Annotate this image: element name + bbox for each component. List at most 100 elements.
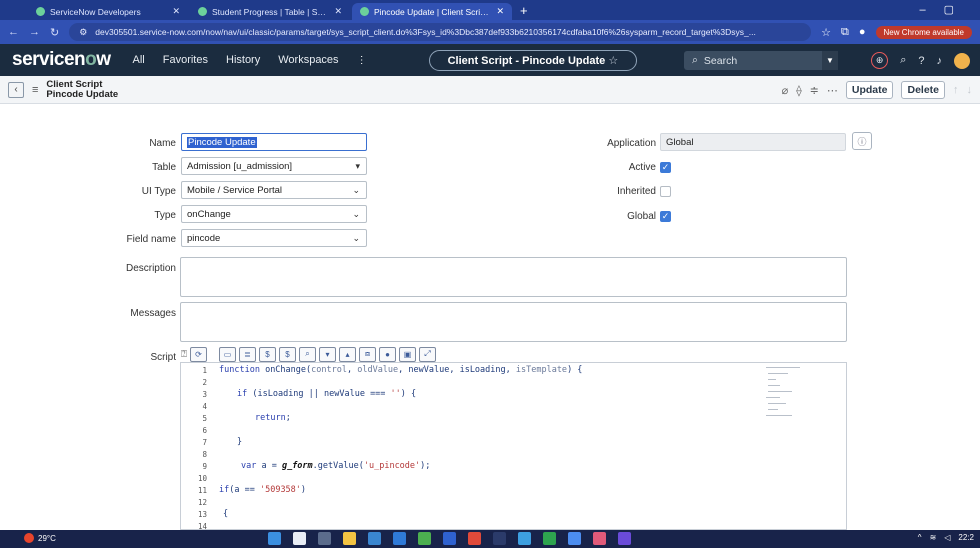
comment-icon[interactable]: ▭ — [219, 346, 236, 362]
global-checkbox[interactable]: ✓ — [660, 211, 671, 222]
field-name-label: Field name — [126, 234, 176, 245]
code-minimap[interactable] — [766, 365, 806, 425]
insert-script-icon[interactable]: $ — [259, 346, 276, 362]
help-icon[interactable]: ⍰ — [181, 349, 187, 360]
chat-icon[interactable]: ⌕ — [900, 54, 906, 67]
chevron-down-icon: ⌄ — [352, 233, 360, 243]
description-textarea[interactable] — [180, 257, 847, 297]
form-header-actions: ⌀ ⟠ ≑ ⋯ Update Delete ↑ ↓ — [782, 81, 972, 99]
search-icon[interactable] — [293, 532, 306, 545]
servicenow-logo[interactable]: servicenow — [12, 49, 111, 71]
back-button[interactable]: ‹ — [8, 81, 24, 98]
nav-all[interactable]: All — [133, 54, 145, 66]
attachment-icon[interactable]: ⌀ — [782, 84, 789, 97]
inherited-checkbox[interactable] — [660, 186, 671, 197]
wifi-icon[interactable]: ≋ — [930, 533, 937, 542]
close-tab-icon[interactable]: ✕ — [172, 6, 180, 17]
globe-icon[interactable]: ⊕ — [871, 52, 889, 69]
extensions-icon[interactable]: ⧉ — [841, 26, 849, 39]
form-menu-icon[interactable]: ≡ — [32, 84, 38, 96]
activity-icon[interactable]: ⟠ — [796, 84, 801, 97]
line-number: 14 — [197, 522, 207, 530]
nav-history[interactable]: History — [226, 54, 260, 66]
edge-icon[interactable] — [393, 532, 406, 545]
avatar[interactable] — [954, 52, 970, 69]
delete-button[interactable]: Delete — [901, 81, 945, 99]
nav-favorites[interactable]: Favorites — [163, 54, 208, 66]
script-include-icon[interactable]: $ — [279, 346, 296, 362]
window-controls[interactable]: –▢ — [919, 3, 972, 16]
active-checkbox[interactable]: ✓ — [660, 162, 671, 173]
close-tab-icon[interactable]: ✕ — [496, 6, 504, 17]
find-next-icon[interactable]: ▾ — [319, 346, 336, 362]
debug-icon[interactable]: ● — [379, 346, 396, 362]
chevron-up-icon[interactable]: ^ — [918, 533, 922, 542]
field-name-select[interactable]: pincode ⌄ — [181, 229, 367, 247]
context-title-pill[interactable]: Client Script - Pincode Update ☆ — [428, 49, 638, 71]
chrome-icon[interactable] — [418, 532, 431, 545]
app-icon[interactable] — [593, 532, 606, 545]
line-number: 10 — [197, 474, 207, 483]
start-icon[interactable] — [268, 532, 281, 545]
bookmark-star-icon[interactable]: ☆ — [821, 26, 831, 39]
close-tab-icon[interactable]: ✕ — [334, 6, 342, 17]
app-icon[interactable] — [518, 532, 531, 545]
favorite-star-icon[interactable]: ☆ — [608, 55, 618, 67]
table-select[interactable]: Admission [u_admission] ▾ — [181, 157, 367, 175]
browser-tab-2[interactable]: Pincode Update | Client Script | ✕ — [352, 3, 512, 20]
store-icon[interactable] — [368, 532, 381, 545]
line-number: 7 — [202, 438, 207, 447]
app-icon[interactable] — [568, 532, 581, 545]
more-options-icon[interactable]: ⋯ — [827, 84, 838, 97]
reload-icon[interactable]: ↻ — [50, 26, 59, 39]
site-settings-icon[interactable]: ⚙ — [79, 27, 87, 38]
script-editor[interactable]: 1 2 3 4 5 6 7 8 9 10 11 12 13 14 function onChange(co… — [180, 362, 847, 530]
forward-arrow-icon[interactable]: → — [29, 26, 40, 38]
nav-workspaces[interactable]: Workspaces — [278, 54, 338, 66]
name-input[interactable]: Pincode Update — [181, 133, 367, 151]
global-search-input[interactable]: ⌕ Search — [684, 51, 836, 70]
app-icon[interactable] — [543, 532, 556, 545]
update-button[interactable]: Update — [845, 81, 894, 99]
more-menu-icon[interactable]: ⋮ — [357, 55, 367, 66]
back-arrow-icon[interactable]: ← — [8, 26, 19, 38]
chevron-down-icon: ⌄ — [352, 209, 360, 219]
file-explorer-icon[interactable] — [343, 532, 356, 545]
info-icon[interactable]: ⓘ — [852, 132, 872, 150]
next-record-icon[interactable]: ↓ — [967, 84, 973, 96]
notification-bell-icon[interactable]: ♪ — [937, 55, 943, 67]
browser-tab-0[interactable]: ServiceNow Developers ✕ — [28, 3, 188, 20]
previous-record-icon[interactable]: ↑ — [953, 84, 959, 96]
clock[interactable]: 22:2 — [958, 533, 974, 542]
url-field[interactable]: ⚙ dev305501.service-now.com/now/nav/ui/c… — [69, 23, 812, 41]
type-select[interactable]: onChange ⌄ — [181, 205, 367, 223]
find-previous-icon[interactable]: ▴ — [339, 346, 356, 362]
task-view-icon[interactable] — [318, 532, 331, 545]
save-icon[interactable]: ▣ — [399, 346, 416, 362]
settings-icon[interactable]: ≑ — [810, 84, 819, 97]
line-number: 12 — [197, 498, 207, 507]
replace-icon[interactable]: ⧈ — [359, 346, 376, 362]
volume-icon[interactable]: ◁ — [944, 533, 950, 542]
vscode-icon[interactable] — [443, 532, 456, 545]
app-icon[interactable] — [493, 532, 506, 545]
help-icon[interactable]: ? — [918, 55, 924, 67]
chrome-update-badge[interactable]: New Chrome available — [875, 25, 972, 39]
description-label: Description — [125, 263, 176, 274]
messages-textarea[interactable] — [180, 302, 847, 342]
line-number: 6 — [202, 426, 207, 435]
app-icon[interactable] — [468, 532, 481, 545]
fullscreen-icon[interactable]: ⤢ — [419, 346, 436, 362]
format-code-icon[interactable]: ≣ — [239, 346, 256, 362]
ui-type-select[interactable]: Mobile / Service Portal ⌄ — [181, 181, 367, 199]
browser-tab-1[interactable]: Student Progress | Table | Servi ✕ — [190, 3, 350, 20]
new-tab-button[interactable]: + — [520, 3, 528, 18]
header-icons: ⊕ ⌕ ? ♪ — [871, 52, 970, 69]
search-icon[interactable]: ⌕ — [299, 346, 316, 362]
weather-widget[interactable]: 29°C — [24, 533, 56, 543]
line-number: 4 — [202, 402, 207, 411]
search-scope-dropdown[interactable]: ▼ — [822, 51, 838, 70]
profile-icon[interactable]: ● — [859, 26, 866, 38]
app-icon[interactable] — [618, 532, 631, 545]
toggle-syntax-icon[interactable]: ⟳ — [190, 346, 207, 362]
